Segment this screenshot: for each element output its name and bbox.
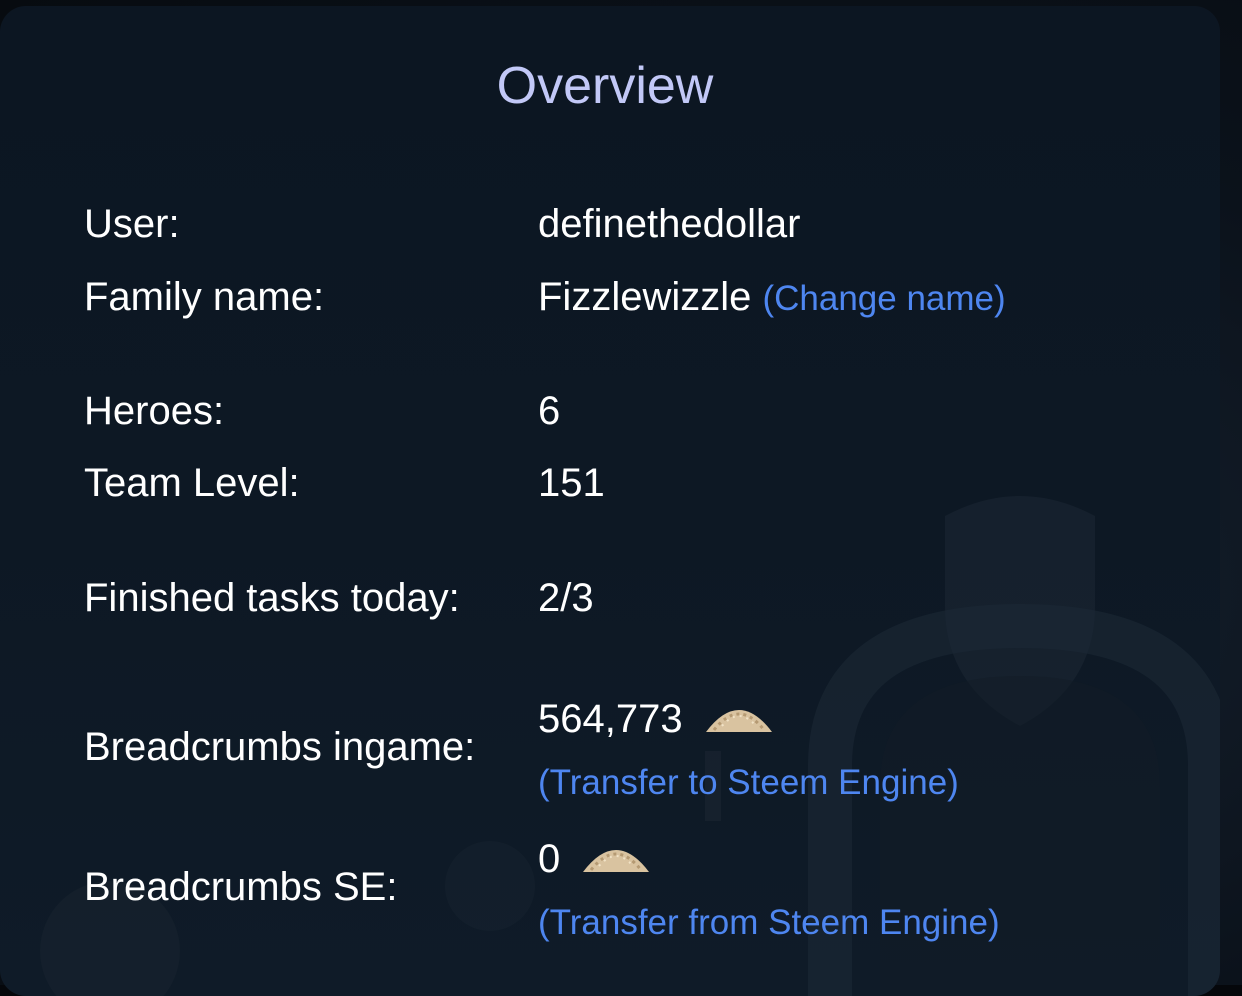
change-name-link[interactable]: (Change name) [762, 279, 1005, 318]
team-level-label: Team Level: [84, 461, 300, 505]
finished-tasks-label: Finished tasks today: [84, 576, 460, 620]
finished-tasks-value: 2/3 [538, 576, 594, 620]
transfer-to-steem-engine-link[interactable]: (Transfer to Steem Engine) [538, 763, 959, 803]
breadcrumbs-se-row: 0 [538, 830, 651, 882]
user-label: User: [84, 202, 180, 246]
breadcrumbs-pile-icon [583, 850, 650, 872]
family-name-row: Fizzlewizzle (Change name) [538, 274, 1006, 322]
breadcrumbs-se-value: 0 [538, 837, 561, 881]
overview-panel: Overview User: definethedollar Family na… [0, 6, 1220, 996]
overview-title: Overview [496, 57, 714, 115]
team-level-value: 151 [538, 461, 605, 505]
heroes-value: 6 [538, 389, 561, 433]
user-value: definethedollar [538, 202, 801, 246]
heroes-label: Heroes: [84, 389, 225, 433]
breadcrumbs-ingame-label: Breadcrumbs ingame: [84, 725, 476, 769]
breadcrumbs-pile-icon [705, 710, 772, 732]
breadcrumbs-se-label: Breadcrumbs SE: [84, 865, 398, 909]
breadcrumbs-ingame-row: 564,773 [538, 690, 774, 742]
transfer-from-steem-engine-link[interactable]: (Transfer from Steem Engine) [538, 903, 1000, 943]
family-name-label: Family name: [84, 275, 325, 319]
family-name-value: Fizzlewizzle [538, 275, 752, 319]
breadcrumbs-ingame-value: 564,773 [538, 697, 683, 741]
